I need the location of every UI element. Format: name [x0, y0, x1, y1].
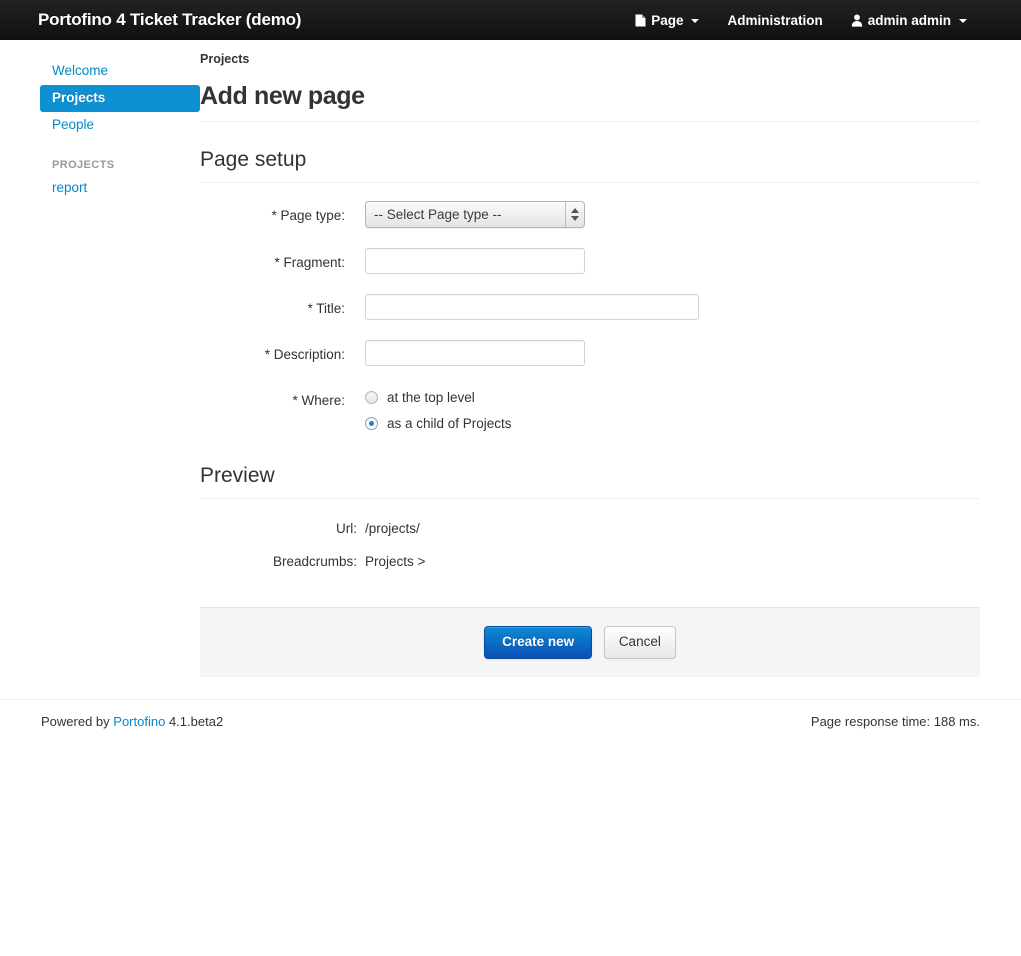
footer: Powered by Portofino 4.1.beta2 Page resp… — [0, 700, 1021, 729]
fragment-label: * Fragment: — [200, 248, 365, 273]
sidebar-item-report[interactable]: report — [40, 175, 200, 202]
fragment-input[interactable] — [365, 248, 585, 274]
sidebar-item-people[interactable]: People — [40, 112, 200, 139]
navbar-item-administration[interactable]: Administration — [713, 0, 836, 40]
footer-response-time: Page response time: 188 ms. — [811, 714, 980, 729]
title-input[interactable] — [365, 294, 699, 320]
footer-portofino-link[interactable]: Portofino — [113, 714, 165, 729]
description-input[interactable] — [365, 340, 585, 366]
form-row-where: * Where: at the top level as a child of … — [200, 386, 980, 438]
radio-label-child-of-projects: as a child of Projects — [387, 416, 512, 431]
cancel-button[interactable]: Cancel — [604, 626, 676, 659]
navbar-right-group: Page Administration admin admin — [621, 0, 981, 40]
page-type-field: -- Select Page type -- — [365, 201, 980, 228]
form-row-page-type: * Page type: -- Select Page type -- — [200, 201, 980, 228]
sidebar-link-report[interactable]: report — [40, 175, 200, 202]
form-row-description: * Description: — [200, 340, 980, 366]
user-icon — [851, 14, 863, 27]
sidebar-item-welcome[interactable]: Welcome — [40, 58, 200, 85]
title-field — [365, 294, 980, 320]
where-field: at the top level as a child of Projects — [365, 386, 980, 438]
page-type-label: * Page type: — [200, 201, 365, 226]
chevron-down-icon — [691, 19, 699, 23]
sidebar-group-header: PROJECTS — [40, 153, 200, 175]
brand-title[interactable]: Portofino 4 Ticket Tracker (demo) — [38, 10, 301, 30]
preview-url-label: Url: — [200, 521, 365, 536]
top-navbar: Portofino 4 Ticket Tracker (demo) Page A… — [0, 0, 1021, 40]
page-title: Add new page — [200, 80, 980, 122]
add-page-form: * Page type: -- Select Page type -- — [200, 201, 980, 438]
form-action-bar: Create new Cancel — [200, 607, 980, 677]
preview-breadcrumbs-value: Projects > — [365, 554, 980, 569]
form-row-fragment: * Fragment: — [200, 248, 980, 274]
sidebar-group-list: report — [40, 175, 200, 202]
content-area: Projects Add new page Page setup * Page … — [200, 52, 1021, 677]
navbar-item-administration-label: Administration — [727, 13, 822, 28]
preview-row-url: Url: /projects/ — [200, 521, 980, 536]
sidebar-link-people[interactable]: People — [40, 112, 200, 139]
footer-powered-by: Powered by Portofino 4.1.beta2 — [41, 714, 223, 729]
navbar-item-user-label: admin admin — [868, 13, 951, 28]
navbar-item-user-menu[interactable]: admin admin — [837, 0, 981, 40]
document-icon — [635, 14, 646, 27]
section-title-page-setup: Page setup — [200, 146, 980, 183]
radio-icon-top-level[interactable] — [365, 391, 378, 404]
footer-powered-prefix: Powered by — [41, 714, 110, 729]
preview-breadcrumbs-label: Breadcrumbs: — [200, 554, 365, 569]
main-container: Welcome Projects People PROJECTS report … — [0, 40, 1021, 677]
section-title-preview: Preview — [200, 462, 980, 499]
page-type-select-wrapper: -- Select Page type -- — [365, 201, 585, 228]
footer-version: 4.1.beta2 — [169, 714, 223, 729]
breadcrumb: Projects — [200, 52, 980, 70]
radio-option-top-level[interactable]: at the top level — [365, 386, 980, 409]
radio-label-top-level: at the top level — [387, 390, 475, 405]
fragment-field — [365, 248, 980, 274]
navbar-item-page-label: Page — [651, 13, 683, 28]
chevron-down-icon — [959, 19, 967, 23]
form-row-title: * Title: — [200, 294, 980, 320]
description-field — [365, 340, 980, 366]
preview-body: Url: /projects/ Breadcrumbs: Projects > — [200, 499, 980, 607]
where-label: * Where: — [200, 386, 365, 411]
description-label: * Description: — [200, 340, 365, 365]
page-wrapper: Welcome Projects People PROJECTS report … — [0, 40, 1021, 729]
sidebar-nav-list: Welcome Projects People — [40, 58, 200, 139]
sidebar-link-welcome[interactable]: Welcome — [40, 58, 200, 85]
create-new-button[interactable]: Create new — [484, 626, 592, 659]
preview-url-value: /projects/ — [365, 521, 980, 536]
title-label: * Title: — [200, 294, 365, 319]
radio-icon-child-of-projects[interactable] — [365, 417, 378, 430]
sidebar-item-projects[interactable]: Projects — [40, 85, 200, 112]
page-type-select[interactable]: -- Select Page type -- — [365, 201, 585, 228]
preview-row-breadcrumbs: Breadcrumbs: Projects > — [200, 554, 980, 569]
sidebar: Welcome Projects People PROJECTS report — [0, 52, 200, 677]
navbar-item-page[interactable]: Page — [621, 0, 713, 40]
sidebar-link-projects[interactable]: Projects — [40, 85, 200, 112]
radio-option-child-of-projects[interactable]: as a child of Projects — [365, 412, 980, 435]
